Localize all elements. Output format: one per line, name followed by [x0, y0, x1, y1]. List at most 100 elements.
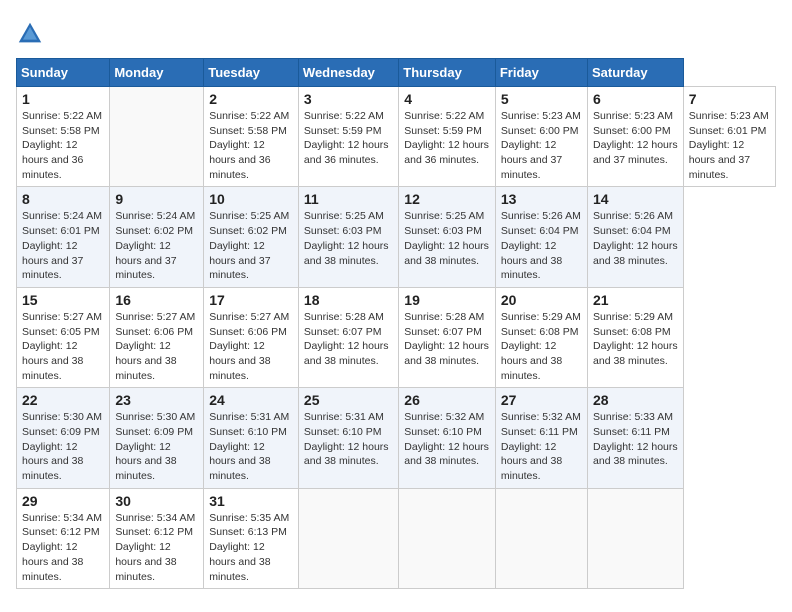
day-number: 4 — [404, 91, 490, 107]
calendar-day-8: 8Sunrise: 5:24 AMSunset: 6:01 PMDaylight… — [17, 187, 110, 287]
calendar-header-tuesday: Tuesday — [204, 59, 299, 87]
day-number: 24 — [209, 392, 293, 408]
calendar-week-2: 8Sunrise: 5:24 AMSunset: 6:01 PMDaylight… — [17, 187, 776, 287]
calendar-day-4: 4Sunrise: 5:22 AMSunset: 5:59 PMDaylight… — [399, 87, 496, 187]
calendar-day-13: 13Sunrise: 5:26 AMSunset: 6:04 PMDayligh… — [495, 187, 587, 287]
day-number: 3 — [304, 91, 393, 107]
day-detail: Sunrise: 5:22 AMSunset: 5:58 PMDaylight:… — [22, 110, 102, 181]
calendar-day-15: 15 Sunrise: 5:27 AMSunset: 6:05 PMDayligh… — [17, 287, 110, 387]
day-detail: Sunrise: 5:22 AMSunset: 5:58 PMDaylight:… — [209, 110, 289, 181]
day-detail: Sunrise: 5:28 AMSunset: 6:07 PMDaylight:… — [404, 311, 489, 367]
day-detail: Sunrise: 5:26 AMSunset: 6:04 PMDaylight:… — [593, 210, 678, 266]
day-detail: Sunrise: 5:23 AMSunset: 6:00 PMDaylight:… — [501, 110, 581, 181]
day-detail: Sunrise: 5:34 AMSunset: 6:12 PMDaylight:… — [115, 512, 195, 583]
day-detail: Sunrise: 5:24 AMSunset: 6:01 PMDaylight:… — [22, 210, 102, 281]
day-number: 5 — [501, 91, 582, 107]
calendar-day-6: 6Sunrise: 5:23 AMSunset: 6:00 PMDaylight… — [588, 87, 684, 187]
day-number: 20 — [501, 292, 582, 308]
calendar-week-4: 22 Sunrise: 5:30 AMSunset: 6:09 PMDayligh… — [17, 388, 776, 488]
day-number: 27 — [501, 392, 582, 408]
calendar-header-wednesday: Wednesday — [298, 59, 398, 87]
logo — [16, 20, 48, 48]
calendar-day-11: 11Sunrise: 5:25 AMSunset: 6:03 PMDayligh… — [298, 187, 398, 287]
calendar-day-18: 18 Sunrise: 5:28 AMSunset: 6:07 PMDayligh… — [298, 287, 398, 387]
calendar-day-25: 25 Sunrise: 5:31 AMSunset: 6:10 PMDayligh… — [298, 388, 398, 488]
day-detail: Sunrise: 5:31 AMSunset: 6:10 PMDaylight:… — [209, 411, 289, 482]
calendar-week-5: 29 Sunrise: 5:34 AMSunset: 6:12 PMDayligh… — [17, 488, 776, 588]
calendar-day-29: 29 Sunrise: 5:34 AMSunset: 6:12 PMDayligh… — [17, 488, 110, 588]
calendar-day-26: 26 Sunrise: 5:32 AMSunset: 6:10 PMDayligh… — [399, 388, 496, 488]
day-number: 22 — [22, 392, 104, 408]
calendar-day-2: 2 Sunrise: 5:22 AMSunset: 5:58 PMDaylight… — [204, 87, 299, 187]
day-detail: Sunrise: 5:32 AMSunset: 6:10 PMDaylight:… — [404, 411, 489, 467]
calendar-day-empty-3-4 — [399, 488, 496, 588]
calendar-day-5: 5 Sunrise: 5:23 AMSunset: 6:00 PMDaylight… — [495, 87, 587, 187]
calendar-table: SundayMondayTuesdayWednesdayThursdayFrid… — [16, 58, 776, 589]
calendar-day-empty-3-6 — [588, 488, 684, 588]
day-detail: Sunrise: 5:35 AMSunset: 6:13 PMDaylight:… — [209, 512, 289, 583]
calendar-week-1: 1 Sunrise: 5:22 AMSunset: 5:58 PMDaylight… — [17, 87, 776, 187]
day-number: 9 — [115, 191, 198, 207]
calendar-day-10: 10Sunrise: 5:25 AMSunset: 6:02 PMDayligh… — [204, 187, 299, 287]
day-number: 2 — [209, 91, 293, 107]
day-detail: Sunrise: 5:25 AMSunset: 6:03 PMDaylight:… — [404, 210, 489, 266]
calendar-day-30: 30 Sunrise: 5:34 AMSunset: 6:12 PMDayligh… — [110, 488, 204, 588]
calendar-day-22: 22 Sunrise: 5:30 AMSunset: 6:09 PMDayligh… — [17, 388, 110, 488]
day-detail: Sunrise: 5:25 AMSunset: 6:02 PMDaylight:… — [209, 210, 289, 281]
day-detail: Sunrise: 5:27 AMSunset: 6:05 PMDaylight:… — [22, 311, 102, 382]
day-detail: Sunrise: 5:32 AMSunset: 6:11 PMDaylight:… — [501, 411, 581, 482]
calendar-header-saturday: Saturday — [588, 59, 684, 87]
page-header — [16, 16, 776, 48]
day-number: 23 — [115, 392, 198, 408]
calendar-week-3: 15 Sunrise: 5:27 AMSunset: 6:05 PMDayligh… — [17, 287, 776, 387]
day-detail: Sunrise: 5:33 AMSunset: 6:11 PMDaylight:… — [593, 411, 678, 467]
day-detail: Sunrise: 5:34 AMSunset: 6:12 PMDaylight:… — [22, 512, 102, 583]
calendar-header-sunday: Sunday — [17, 59, 110, 87]
calendar-day-19: 19 Sunrise: 5:28 AMSunset: 6:07 PMDayligh… — [399, 287, 496, 387]
day-number: 1 — [22, 91, 104, 107]
calendar-day-empty-3-3 — [298, 488, 398, 588]
day-detail: Sunrise: 5:26 AMSunset: 6:04 PMDaylight:… — [501, 210, 581, 281]
calendar-day-1: 1 Sunrise: 5:22 AMSunset: 5:58 PMDaylight… — [17, 87, 110, 187]
day-number: 25 — [304, 392, 393, 408]
calendar-day-24: 24 Sunrise: 5:31 AMSunset: 6:10 PMDayligh… — [204, 388, 299, 488]
day-number: 16 — [115, 292, 198, 308]
day-detail: Sunrise: 5:23 AMSunset: 6:01 PMDaylight:… — [689, 110, 769, 181]
day-detail: Sunrise: 5:31 AMSunset: 6:10 PMDaylight:… — [304, 411, 389, 467]
day-number: 31 — [209, 493, 293, 509]
calendar-day-9: 9Sunrise: 5:24 AMSunset: 6:02 PMDaylight… — [110, 187, 204, 287]
calendar-header-row: SundayMondayTuesdayWednesdayThursdayFrid… — [17, 59, 776, 87]
day-number: 19 — [404, 292, 490, 308]
day-detail: Sunrise: 5:30 AMSunset: 6:09 PMDaylight:… — [115, 411, 195, 482]
day-number: 21 — [593, 292, 678, 308]
calendar-day-14: 14Sunrise: 5:26 AMSunset: 6:04 PMDayligh… — [588, 187, 684, 287]
day-number: 26 — [404, 392, 490, 408]
day-number: 18 — [304, 292, 393, 308]
calendar-day-20: 20 Sunrise: 5:29 AMSunset: 6:08 PMDayligh… — [495, 287, 587, 387]
calendar-day-23: 23 Sunrise: 5:30 AMSunset: 6:09 PMDayligh… — [110, 388, 204, 488]
day-number: 29 — [22, 493, 104, 509]
day-number: 30 — [115, 493, 198, 509]
calendar-day-27: 27 Sunrise: 5:32 AMSunset: 6:11 PMDayligh… — [495, 388, 587, 488]
day-number: 28 — [593, 392, 678, 408]
day-number: 17 — [209, 292, 293, 308]
day-detail: Sunrise: 5:29 AMSunset: 6:08 PMDaylight:… — [593, 311, 678, 367]
day-number: 12 — [404, 191, 490, 207]
day-number: 11 — [304, 191, 393, 207]
day-detail: Sunrise: 5:22 AMSunset: 5:59 PMDaylight:… — [304, 110, 389, 166]
calendar-day-17: 17 Sunrise: 5:27 AMSunset: 6:06 PMDayligh… — [204, 287, 299, 387]
day-detail: Sunrise: 5:28 AMSunset: 6:07 PMDaylight:… — [304, 311, 389, 367]
day-detail: Sunrise: 5:27 AMSunset: 6:06 PMDaylight:… — [115, 311, 195, 382]
day-detail: Sunrise: 5:27 AMSunset: 6:06 PMDaylight:… — [209, 311, 289, 382]
calendar-day-3: 3 Sunrise: 5:22 AMSunset: 5:59 PMDaylight… — [298, 87, 398, 187]
day-detail: Sunrise: 5:30 AMSunset: 6:09 PMDaylight:… — [22, 411, 102, 482]
calendar-header-thursday: Thursday — [399, 59, 496, 87]
calendar-day-empty — [110, 87, 204, 187]
calendar-header-monday: Monday — [110, 59, 204, 87]
calendar-day-7: 7Sunrise: 5:23 AMSunset: 6:01 PMDaylight… — [683, 87, 775, 187]
logo-icon — [16, 20, 44, 48]
calendar-day-empty-3-5 — [495, 488, 587, 588]
day-detail: Sunrise: 5:29 AMSunset: 6:08 PMDaylight:… — [501, 311, 581, 382]
day-number: 15 — [22, 292, 104, 308]
calendar-day-16: 16 Sunrise: 5:27 AMSunset: 6:06 PMDayligh… — [110, 287, 204, 387]
